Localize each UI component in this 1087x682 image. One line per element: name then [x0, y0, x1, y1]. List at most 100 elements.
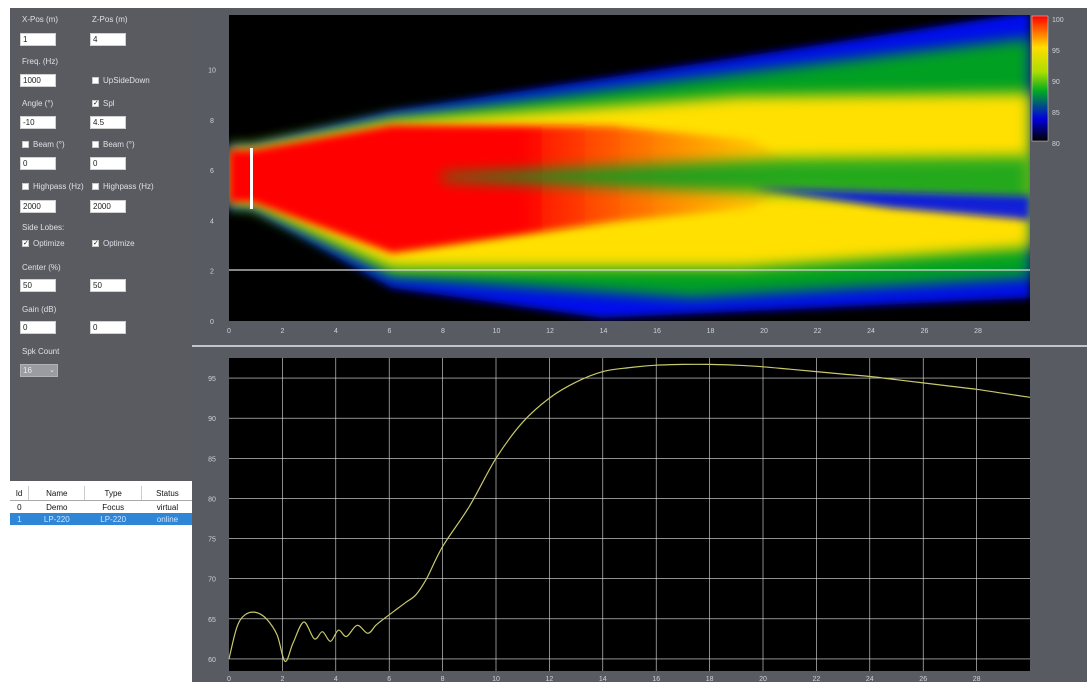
cell-type: LP-220 [84, 513, 142, 525]
spl-input[interactable]: 4.5 [90, 116, 126, 129]
chart-y-tick-label: 60 [208, 657, 216, 664]
heatmap-x-tick-label: 6 [388, 328, 392, 335]
zpos-label: Z-Pos (m) [92, 15, 128, 24]
highpass2-input[interactable]: 2000 [90, 200, 126, 213]
col-header-status[interactable]: Status [141, 486, 195, 501]
heatmap-y-tick-label: 2 [210, 269, 214, 276]
chart-x-tick-label: 12 [546, 676, 554, 682]
spkcount-value: 16 [23, 366, 32, 375]
chart-x-tick-label: 10 [492, 676, 500, 682]
highpass1-label: Highpass (Hz) [33, 182, 84, 191]
heatmap-y-tick-label: 0 [210, 319, 214, 326]
optimize1-label: Optimize [33, 239, 65, 248]
spl-label: Spl [103, 99, 115, 108]
heatmap-x-tick-label: 26 [921, 328, 929, 335]
chart-x-tick-label: 28 [973, 676, 981, 682]
highpass2-label: Highpass (Hz) [103, 182, 154, 191]
col-header-id[interactable]: Id [10, 486, 30, 501]
heatmap-y-tick-label: 6 [210, 168, 214, 175]
chart-x-tick-label: 22 [813, 676, 821, 682]
heatmap-y-axis: 0 2 4 6 8 10 [208, 68, 216, 327]
heatmap-x-tick-label: 16 [653, 328, 661, 335]
center1-input[interactable]: 50 [20, 279, 56, 292]
upsidedown-label: UpSideDown [103, 76, 150, 85]
chart-y-tick-label: 65 [208, 617, 216, 624]
gain-label: Gain (dB) [22, 305, 57, 314]
chart-y-axis: 95 90 85 80 75 70 65 60 [208, 376, 216, 664]
chart-y-tick-label: 95 [208, 376, 216, 383]
chart-x-tick-label: 24 [866, 676, 874, 682]
colorbar-gradient [1031, 15, 1049, 142]
chart-y-tick-label: 90 [208, 416, 216, 423]
highpass1-checkbox[interactable] [22, 183, 29, 190]
heatmap-y-tick-label: 8 [210, 118, 214, 125]
cell-id: 0 [17, 502, 22, 512]
heatmap-y-tick-label: 4 [210, 218, 214, 225]
chart-x-tick-label: 26 [919, 676, 927, 682]
cell-name: LP-220 [28, 513, 85, 525]
heatmap-x-tick-label: 18 [707, 328, 715, 335]
center2-input[interactable]: 50 [90, 279, 126, 292]
cell-id: 1 [10, 513, 29, 525]
spl-checkbox[interactable] [92, 100, 99, 107]
chart-y-tick-label: 70 [208, 577, 216, 584]
chart-x-tick-label: 18 [706, 676, 714, 682]
optimize2-checkbox[interactable] [92, 240, 99, 247]
chevron-down-icon: ⌄ [49, 367, 55, 374]
optimize2-label: Optimize [103, 239, 135, 248]
chart-x-tick-label: 0 [227, 676, 231, 682]
device-table: Id Name Type Status 0 Demo Focus virtual… [10, 486, 195, 525]
center-label: Center (%) [22, 263, 61, 272]
heatmap-x-tick-label: 0 [227, 328, 231, 335]
chart-x-axis: 0 2 4 6 8 10 12 14 16 18 20 22 24 26 28 [227, 676, 981, 682]
spkcount-select[interactable]: 16 ⌄ [20, 364, 58, 377]
heatmap-x-tick-label: 14 [600, 328, 608, 335]
visualization-svg: 0 2 4 6 8 10 12 14 16 18 20 22 24 26 28 0246810 100959… [192, 12, 1087, 682]
highpass1-input[interactable]: 2000 [20, 200, 56, 213]
heatmap-x-tick-label: 8 [441, 328, 445, 335]
angle-input[interactable]: -10 [20, 116, 56, 129]
heatmap-x-tick-label: 10 [493, 328, 501, 335]
cell-name: Demo [46, 502, 68, 512]
colorbar-tick-label: 95 [1052, 48, 1060, 55]
beam2-label: Beam (°) [103, 140, 135, 149]
speaker-marker[interactable] [250, 148, 253, 209]
col-header-type[interactable]: Type [84, 486, 142, 501]
table-row[interactable]: 0 Demo Focus virtual [10, 501, 194, 514]
upsidedown-checkbox[interactable] [92, 77, 99, 84]
chart-y-tick-label: 75 [208, 537, 216, 544]
heatmap-y-tick-label: 10 [208, 68, 216, 75]
heatmap-x-axis: 0 2 4 6 8 10 12 14 16 18 20 22 24 26 28 [227, 328, 982, 335]
beam2-checkbox[interactable] [92, 141, 99, 148]
xpos-label: X-Pos (m) [22, 15, 58, 24]
heatmap-x-tick-label: 24 [867, 328, 875, 335]
beam1-checkbox[interactable] [22, 141, 29, 148]
optimize1-checkbox[interactable] [22, 240, 29, 247]
gain2-input[interactable]: 0 [90, 321, 126, 334]
xpos-input[interactable]: 1 [20, 33, 56, 46]
chart-plot-area [229, 358, 1030, 671]
freq-input[interactable]: 1000 [20, 74, 56, 87]
beam1-label: Beam (°) [33, 140, 65, 149]
heatmap-x-tick-label: 12 [546, 328, 554, 335]
coverage-heatmap[interactable]: 0 2 4 6 8 10 12 14 16 18 20 22 24 26 28 0246810 [208, 12, 1030, 335]
beam1-input[interactable]: 0 [20, 157, 56, 170]
chart-x-tick-label: 6 [387, 676, 391, 682]
spl-line-chart[interactable]: 0 2 4 6 8 10 12 14 16 18 20 22 24 26 28 95908580757065… [208, 358, 1031, 682]
parameter-panel: X-Pos (m) Z-Pos (m) 1 4 Freq. (Hz) 1000 … [10, 8, 194, 481]
cell-status: virtual [156, 502, 179, 512]
visualization-panel: 0 2 4 6 8 10 12 14 16 18 20 22 24 26 28 0 2 4 6 8 10 100 95 9… [192, 8, 1087, 682]
colorbar-ticks: 100 95 90 85 80 [1052, 17, 1064, 148]
col-header-name[interactable]: Name [28, 486, 86, 501]
chart-x-tick-label: 20 [759, 676, 767, 682]
table-row-selected[interactable]: 1 LP-220 LP-220 online [10, 513, 194, 525]
colorbar-tick-label: 90 [1052, 79, 1060, 86]
gain1-input[interactable]: 0 [20, 321, 56, 334]
freq-label: Freq. (Hz) [22, 57, 58, 66]
heatmap-x-tick-label: 20 [760, 328, 768, 335]
chart-x-tick-label: 8 [441, 676, 445, 682]
zpos-input[interactable]: 4 [90, 33, 126, 46]
beam2-input[interactable]: 0 [90, 157, 126, 170]
colorbar-tick-label: 85 [1052, 110, 1060, 117]
highpass2-checkbox[interactable] [92, 183, 99, 190]
